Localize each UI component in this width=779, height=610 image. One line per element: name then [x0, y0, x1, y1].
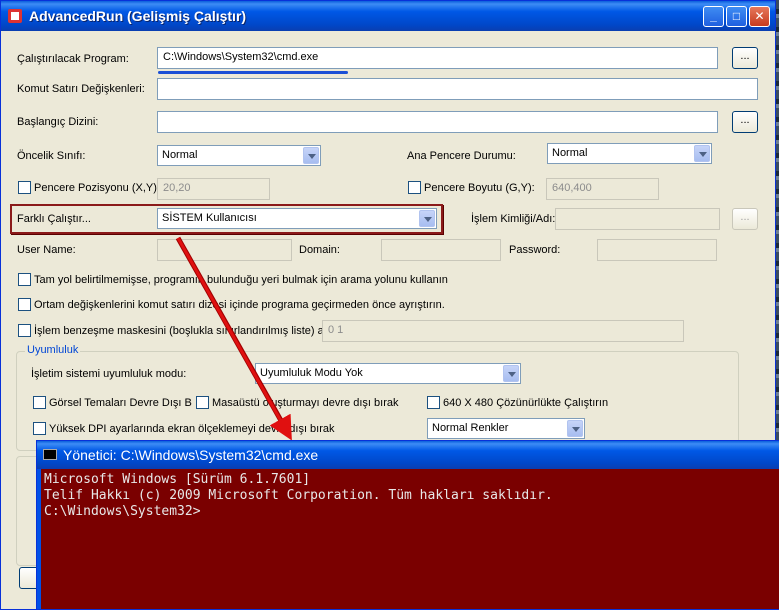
cmd-window: Yönetici: C:\Windows\System32\cmd.exe Mi… [36, 440, 779, 610]
arrow-line [176, 237, 292, 441]
console-output[interactable]: Microsoft Windows [Sürüm 6.1.7601] Telif… [41, 469, 779, 609]
cmd-title: Yönetici: C:\Windows\System32\cmd.exe [63, 447, 319, 463]
console-line: Telif Hakkı (c) 2009 Microsoft Corporati… [44, 488, 553, 503]
console-line: Microsoft Windows [Sürüm 6.1.7601] [44, 472, 311, 487]
cmd-title-bar[interactable]: Yönetici: C:\Windows\System32\cmd.exe [37, 441, 779, 469]
console-icon [43, 449, 57, 460]
console-prompt: C:\Windows\System32> [44, 504, 201, 519]
